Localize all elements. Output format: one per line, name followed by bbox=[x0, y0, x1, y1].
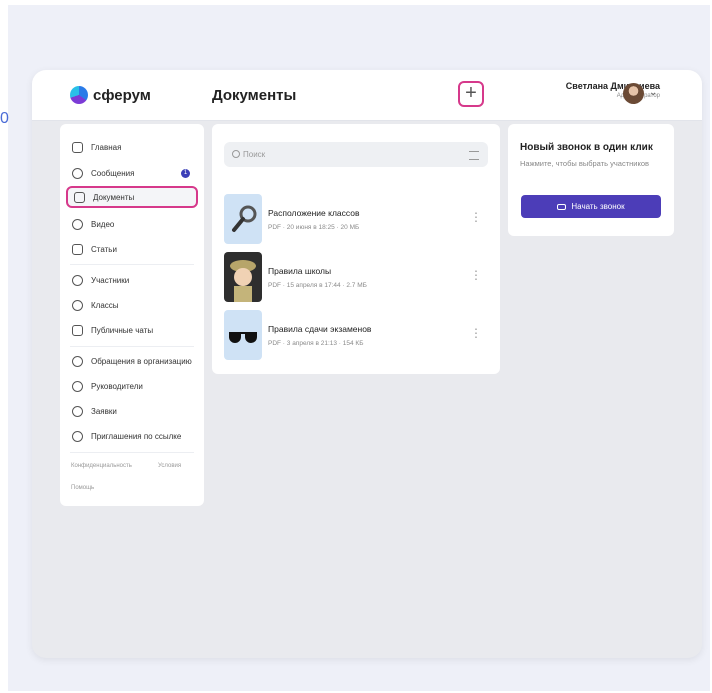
privacy-link[interactable]: Конфиденциальность bbox=[71, 463, 132, 469]
sidebar-item-video[interactable]: Видео bbox=[66, 213, 198, 235]
sidebar-item-appeals[interactable]: Обращения в организацию bbox=[66, 350, 198, 372]
managers-icon bbox=[72, 380, 83, 392]
call-subtitle: Нажмите, чтобы выбрать участников bbox=[520, 159, 649, 168]
sidebar-item-articles[interactable]: Статьи bbox=[66, 238, 198, 260]
list-item[interactable]: Правила сдачи экзаменов PDF · 3 апреля в… bbox=[224, 310, 488, 360]
stray-character: 0 bbox=[0, 110, 9, 127]
user-name: Светлана Дмитриева bbox=[565, 81, 660, 91]
sidebar-item-managers[interactable]: Руководители bbox=[66, 375, 198, 397]
classes-icon bbox=[72, 299, 83, 311]
more-options-icon[interactable]: ⋮ bbox=[470, 268, 482, 282]
document-meta: PDF · 3 апреля в 21:13 · 154 КБ bbox=[268, 340, 364, 347]
search-placeholder: Поиск bbox=[243, 150, 266, 159]
new-call-panel: Новый звонок в один клик Нажмите, чтобы … bbox=[508, 124, 674, 236]
sidebar-item-label: Обращения в организацию bbox=[91, 356, 192, 366]
user-info[interactable]: Светлана Дмитриева Администратор bbox=[566, 81, 660, 99]
document-meta: PDF · 20 июня в 18:25 · 20 МБ bbox=[268, 224, 360, 231]
home-icon bbox=[72, 141, 83, 153]
list-item[interactable]: Правила школы PDF · 15 апреля в 17:44 · … bbox=[224, 252, 488, 302]
sidebar-item-label: Приглашения по ссылке bbox=[91, 431, 182, 441]
sidebar-item-label: Заявки bbox=[91, 406, 117, 416]
invite-link-icon bbox=[72, 430, 83, 442]
page-title: Документы bbox=[212, 87, 297, 104]
call-title: Новый звонок в один клик bbox=[520, 142, 653, 153]
add-button[interactable]: + bbox=[458, 81, 484, 107]
divider bbox=[70, 452, 194, 453]
requests-icon bbox=[72, 405, 83, 417]
appeals-icon bbox=[72, 355, 83, 367]
sidebar-item-label: Сообщения bbox=[91, 168, 135, 178]
user-role: Администратор bbox=[566, 93, 660, 99]
explorer-thumbnail bbox=[224, 252, 262, 302]
unread-badge: 1 bbox=[181, 168, 190, 178]
document-name: Расположение классов bbox=[268, 208, 360, 218]
help-link[interactable]: Помощь bbox=[71, 485, 94, 491]
avatar[interactable] bbox=[623, 83, 644, 104]
sidebar-item-label: Видео bbox=[91, 219, 115, 229]
start-call-label: Начать звонок bbox=[571, 202, 625, 211]
more-options-icon[interactable]: ⋮ bbox=[470, 210, 482, 224]
members-icon bbox=[72, 274, 83, 286]
public-chats-icon bbox=[72, 324, 83, 336]
documents-panel: Поиск Расположение классов PDF · 20 июня… bbox=[212, 124, 500, 374]
document-icon bbox=[74, 191, 85, 203]
sidebar-item-home[interactable]: Главная bbox=[66, 136, 198, 158]
document-name: Правила школы bbox=[268, 266, 332, 276]
sidebar-item-label: Участники bbox=[91, 275, 130, 285]
chat-icon bbox=[72, 167, 83, 179]
video-call-icon bbox=[557, 203, 567, 210]
sidebar-item-public-chats[interactable]: Публичные чаты bbox=[66, 319, 198, 341]
start-call-button[interactable]: Начать звонок bbox=[521, 195, 661, 218]
sidebar-item-label: Публичные чаты bbox=[91, 325, 154, 335]
sferum-logo-icon bbox=[70, 86, 88, 104]
sidebar-item-label: Классы bbox=[91, 300, 119, 310]
logo-text: сферум bbox=[93, 86, 151, 104]
sidebar-item-label: Главная bbox=[91, 142, 122, 152]
search-icon bbox=[232, 150, 240, 158]
more-options-icon[interactable]: ⋮ bbox=[470, 326, 482, 340]
filter-icon[interactable] bbox=[469, 151, 479, 160]
sidebar-item-members[interactable]: Участники bbox=[66, 269, 198, 291]
top-bar: сферум Документы + Светлана Дмитриева Ад… bbox=[32, 70, 702, 121]
sidebar-item-invite-links[interactable]: Приглашения по ссылке bbox=[66, 425, 198, 447]
video-icon bbox=[72, 218, 83, 230]
sidebar-item-label: Статьи bbox=[91, 244, 117, 254]
sidebar-item-requests[interactable]: Заявки bbox=[66, 400, 198, 422]
sidebar-item-label: Документы bbox=[93, 192, 135, 202]
sidebar-item-documents[interactable]: Документы bbox=[66, 186, 198, 208]
terms-link[interactable]: Условия bbox=[158, 463, 181, 469]
sunglasses-thumbnail bbox=[224, 310, 262, 360]
document-meta: PDF · 15 апреля в 17:44 · 2.7 МБ bbox=[268, 282, 367, 289]
divider bbox=[70, 346, 194, 347]
article-icon bbox=[72, 243, 83, 255]
sidebar: Главная Сообщения 1 Документы Видео Стат… bbox=[60, 124, 204, 506]
logo[interactable]: сферум bbox=[70, 86, 151, 104]
search-input[interactable]: Поиск bbox=[224, 142, 488, 167]
app-window: сферум Документы + Светлана Дмитриева Ад… bbox=[32, 70, 702, 658]
chevron-down-icon[interactable]: ⌄ bbox=[649, 87, 657, 98]
sidebar-item-label: Руководители bbox=[91, 381, 143, 391]
document-name: Правила сдачи экзаменов bbox=[268, 324, 372, 334]
sidebar-item-classes[interactable]: Классы bbox=[66, 294, 198, 316]
magnifier-thumbnail bbox=[224, 194, 262, 244]
list-item[interactable]: Расположение классов PDF · 20 июня в 18:… bbox=[224, 194, 488, 244]
sidebar-item-messages[interactable]: Сообщения 1 bbox=[66, 162, 198, 184]
divider bbox=[70, 264, 194, 265]
